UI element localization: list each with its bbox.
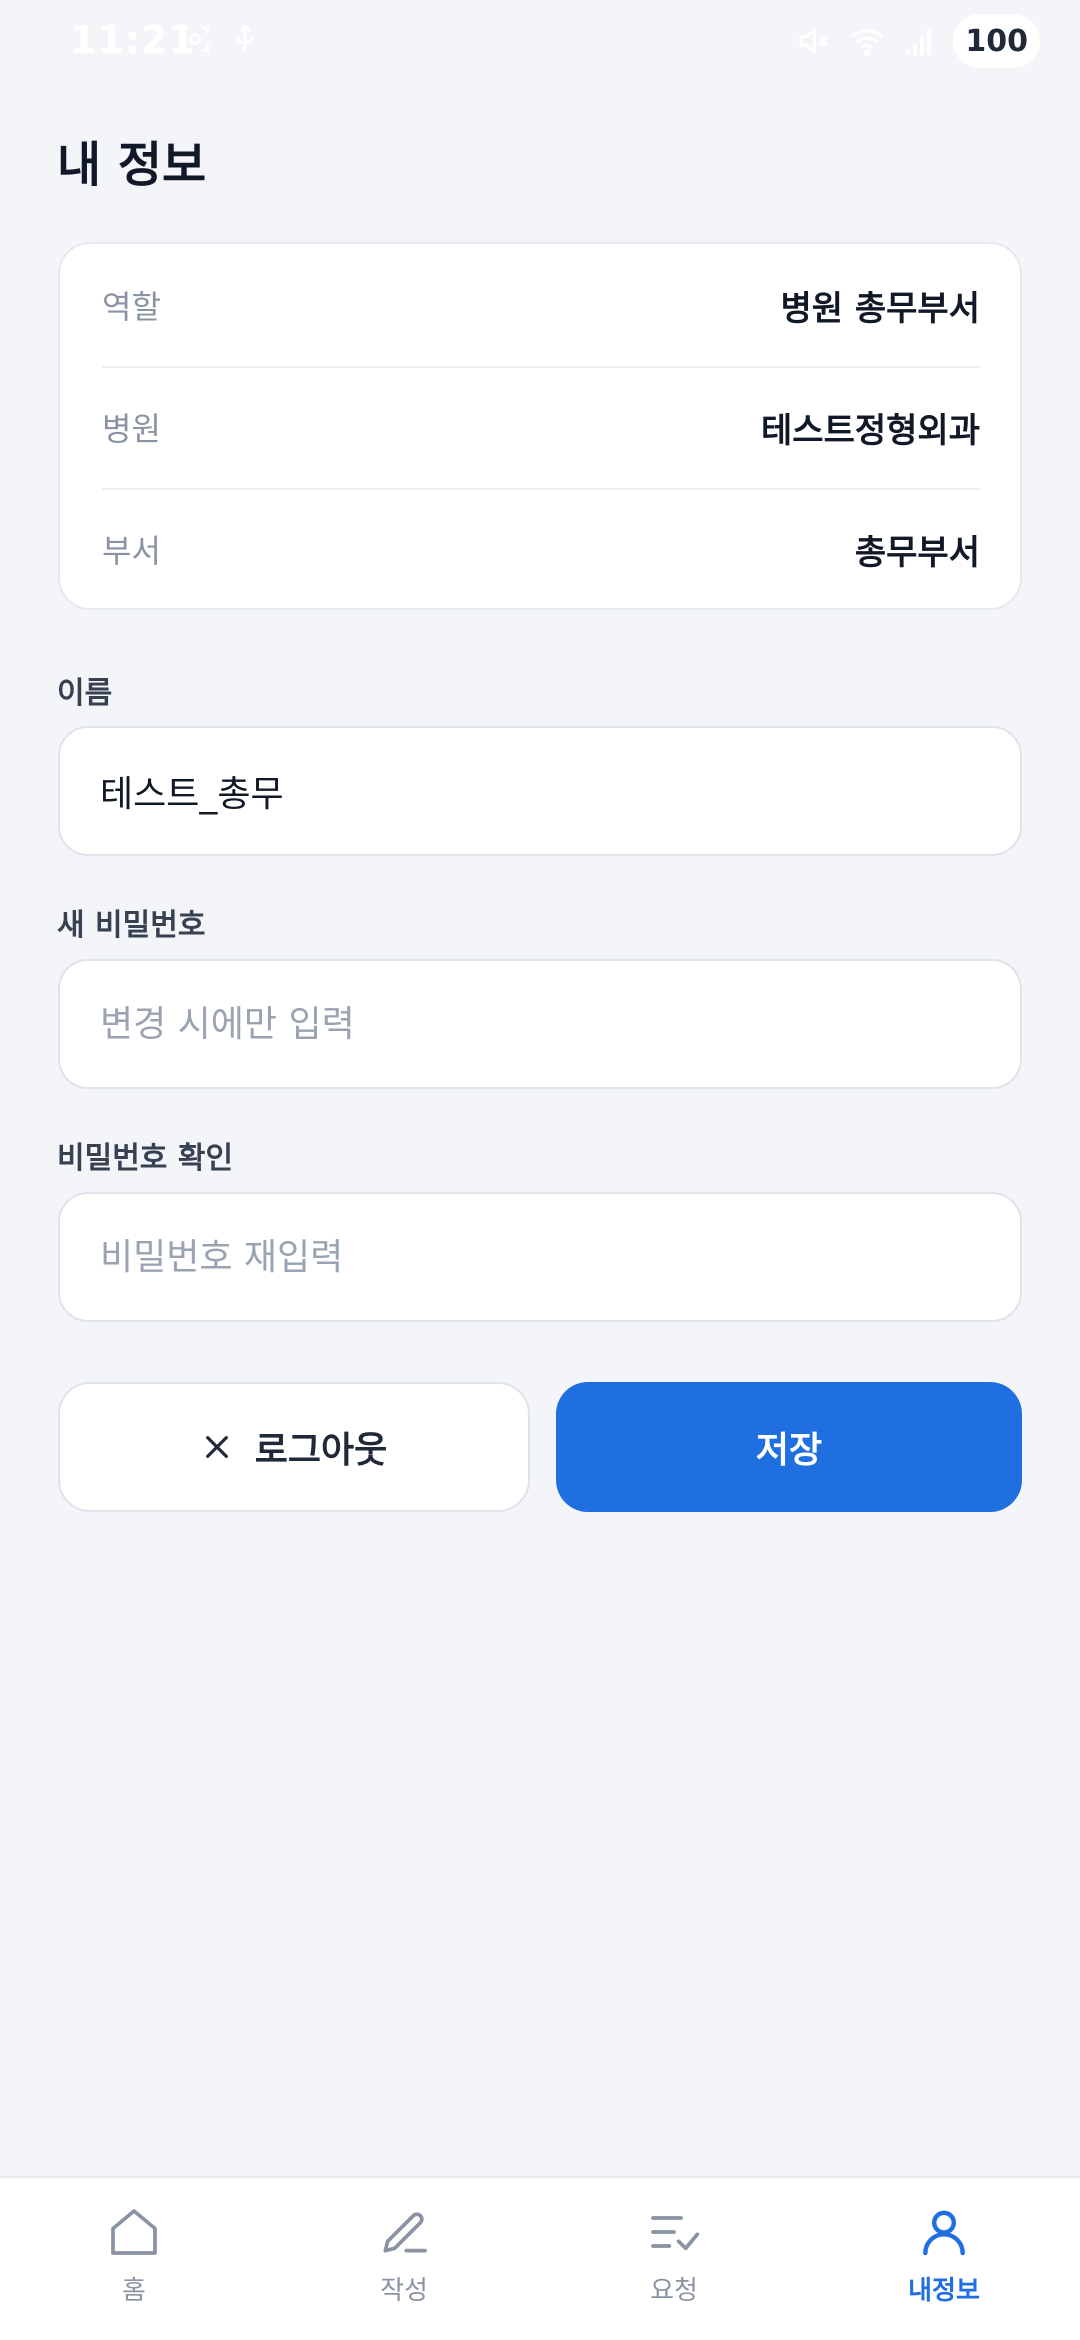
pencil-icon <box>383 2212 427 2253</box>
bottom-nav: 홈 작성 요청 내정보 <box>0 2176 1080 2340</box>
nav-item-write[interactable]: 작성 <box>304 2204 504 2314</box>
info-value: 총무부서 <box>854 532 980 573</box>
mute-icon <box>799 27 829 55</box>
info-value: 병원 총무부서 <box>780 288 980 329</box>
info-label: 부서 <box>102 532 161 570</box>
confirm-password-input[interactable] <box>58 1192 1022 1322</box>
signal-icon <box>906 28 932 56</box>
logout-button[interactable]: 로그아웃 <box>58 1382 530 1512</box>
confirm-password-label: 비밀번호 확인 <box>57 1141 234 1176</box>
nav-label: 내정보 <box>908 2276 980 2306</box>
nav-item-my-info[interactable]: 내정보 <box>844 2204 1044 2314</box>
logout-button-label: 로그아웃 <box>254 1430 388 1471</box>
name-label: 이름 <box>57 676 113 711</box>
nav-item-request[interactable]: 요청 <box>574 2204 774 2314</box>
info-row-role: 역할 병원 총무부서 <box>102 244 980 366</box>
close-icon <box>205 1436 228 1458</box>
my-info-screen: 11:21 100 내 정보 역할 병원 총무부서 병원 테스트정형외과 부서 … <box>0 0 1080 2340</box>
nav-item-home[interactable]: 홈 <box>34 2204 234 2314</box>
status-bar: 11:21 100 <box>0 0 1080 84</box>
save-button[interactable]: 저장 <box>556 1382 1022 1512</box>
name-input[interactable] <box>58 726 1022 856</box>
status-icons-right: 100 <box>795 14 1040 68</box>
screenshot-icon <box>180 26 210 52</box>
info-label: 역할 <box>102 288 161 326</box>
info-card: 역할 병원 총무부서 병원 테스트정형외과 부서 총무부서 <box>58 242 1022 610</box>
nav-label: 작성 <box>380 2276 428 2306</box>
new-password-label: 새 비밀번호 <box>57 908 206 943</box>
status-icons-left <box>178 22 260 56</box>
page-title: 내 정보 <box>57 137 207 193</box>
save-button-label: 저장 <box>755 1430 823 1471</box>
info-row-hospital: 병원 테스트정형외과 <box>102 366 980 488</box>
usb-icon <box>236 24 254 52</box>
battery-level: 100 <box>953 14 1040 68</box>
nav-label: 홈 <box>122 2276 146 2306</box>
info-label: 병원 <box>102 410 161 448</box>
wifi-icon <box>851 29 884 57</box>
nav-label: 요청 <box>650 2276 698 2306</box>
checklist-icon <box>651 2216 700 2251</box>
info-row-department: 부서 총무부서 <box>102 488 980 610</box>
new-password-input[interactable] <box>58 959 1022 1089</box>
home-icon <box>111 2209 157 2255</box>
info-value: 테스트정형외과 <box>761 410 980 451</box>
user-icon <box>923 2210 965 2256</box>
